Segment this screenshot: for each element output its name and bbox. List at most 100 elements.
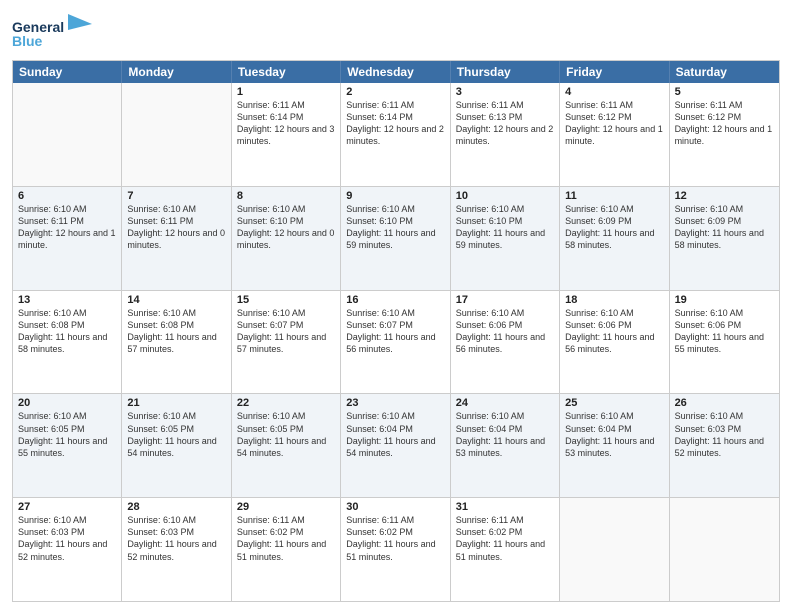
calendar-cell [122,83,231,186]
day-number: 11 [565,190,663,202]
cell-info: Sunrise: 6:11 AM Sunset: 6:02 PM Dayligh… [346,514,444,563]
day-number: 24 [456,397,554,409]
cell-info: Sunrise: 6:10 AM Sunset: 6:04 PM Dayligh… [346,410,444,459]
svg-text:Blue: Blue [12,33,43,49]
day-number: 22 [237,397,335,409]
day-number: 21 [127,397,225,409]
cell-info: Sunrise: 6:11 AM Sunset: 6:12 PM Dayligh… [565,99,663,148]
header: General Blue [12,10,780,54]
day-number: 29 [237,501,335,513]
calendar-cell: 4Sunrise: 6:11 AM Sunset: 6:12 PM Daylig… [560,83,669,186]
cell-info: Sunrise: 6:11 AM Sunset: 6:14 PM Dayligh… [346,99,444,148]
cell-info: Sunrise: 6:10 AM Sunset: 6:05 PM Dayligh… [18,410,116,459]
day-number: 27 [18,501,116,513]
day-number: 17 [456,294,554,306]
cell-info: Sunrise: 6:11 AM Sunset: 6:02 PM Dayligh… [237,514,335,563]
day-number: 13 [18,294,116,306]
day-number: 4 [565,86,663,98]
cell-info: Sunrise: 6:10 AM Sunset: 6:03 PM Dayligh… [675,410,774,459]
calendar-cell: 17Sunrise: 6:10 AM Sunset: 6:06 PM Dayli… [451,291,560,394]
day-number: 30 [346,501,444,513]
calendar-cell [560,498,669,601]
day-number: 1 [237,86,335,98]
cell-info: Sunrise: 6:10 AM Sunset: 6:11 PM Dayligh… [18,203,116,252]
cell-info: Sunrise: 6:10 AM Sunset: 6:09 PM Dayligh… [565,203,663,252]
calendar-cell: 1Sunrise: 6:11 AM Sunset: 6:14 PM Daylig… [232,83,341,186]
day-number: 23 [346,397,444,409]
calendar-cell: 15Sunrise: 6:10 AM Sunset: 6:07 PM Dayli… [232,291,341,394]
cell-info: Sunrise: 6:11 AM Sunset: 6:12 PM Dayligh… [675,99,774,148]
calendar-cell [13,83,122,186]
cell-info: Sunrise: 6:10 AM Sunset: 6:08 PM Dayligh… [18,307,116,356]
day-number: 25 [565,397,663,409]
day-of-week-header: Sunday [13,61,122,83]
calendar-cell: 6Sunrise: 6:10 AM Sunset: 6:11 PM Daylig… [13,187,122,290]
calendar-row: 27Sunrise: 6:10 AM Sunset: 6:03 PM Dayli… [13,497,779,601]
calendar-cell: 26Sunrise: 6:10 AM Sunset: 6:03 PM Dayli… [670,394,779,497]
cell-info: Sunrise: 6:10 AM Sunset: 6:10 PM Dayligh… [346,203,444,252]
day-number: 3 [456,86,554,98]
cell-info: Sunrise: 6:10 AM Sunset: 6:10 PM Dayligh… [456,203,554,252]
cell-info: Sunrise: 6:10 AM Sunset: 6:05 PM Dayligh… [237,410,335,459]
day-number: 7 [127,190,225,202]
calendar-cell: 14Sunrise: 6:10 AM Sunset: 6:08 PM Dayli… [122,291,231,394]
day-number: 10 [456,190,554,202]
calendar-header: SundayMondayTuesdayWednesdayThursdayFrid… [13,61,779,83]
calendar-cell: 29Sunrise: 6:11 AM Sunset: 6:02 PM Dayli… [232,498,341,601]
calendar-cell: 30Sunrise: 6:11 AM Sunset: 6:02 PM Dayli… [341,498,450,601]
calendar-cell: 27Sunrise: 6:10 AM Sunset: 6:03 PM Dayli… [13,498,122,601]
day-number: 12 [675,190,774,202]
cell-info: Sunrise: 6:10 AM Sunset: 6:03 PM Dayligh… [127,514,225,563]
cell-info: Sunrise: 6:10 AM Sunset: 6:07 PM Dayligh… [237,307,335,356]
cell-info: Sunrise: 6:10 AM Sunset: 6:06 PM Dayligh… [675,307,774,356]
cell-info: Sunrise: 6:11 AM Sunset: 6:14 PM Dayligh… [237,99,335,148]
calendar-cell: 25Sunrise: 6:10 AM Sunset: 6:04 PM Dayli… [560,394,669,497]
logo-svg: General Blue [12,10,102,54]
calendar-cell: 23Sunrise: 6:10 AM Sunset: 6:04 PM Dayli… [341,394,450,497]
calendar-cell: 11Sunrise: 6:10 AM Sunset: 6:09 PM Dayli… [560,187,669,290]
cell-info: Sunrise: 6:10 AM Sunset: 6:08 PM Dayligh… [127,307,225,356]
calendar-cell: 2Sunrise: 6:11 AM Sunset: 6:14 PM Daylig… [341,83,450,186]
cell-info: Sunrise: 6:10 AM Sunset: 6:04 PM Dayligh… [456,410,554,459]
cell-info: Sunrise: 6:10 AM Sunset: 6:03 PM Dayligh… [18,514,116,563]
day-number: 26 [675,397,774,409]
day-number: 8 [237,190,335,202]
cell-info: Sunrise: 6:10 AM Sunset: 6:06 PM Dayligh… [456,307,554,356]
cell-info: Sunrise: 6:10 AM Sunset: 6:05 PM Dayligh… [127,410,225,459]
day-number: 20 [18,397,116,409]
calendar-cell: 8Sunrise: 6:10 AM Sunset: 6:10 PM Daylig… [232,187,341,290]
calendar-cell: 22Sunrise: 6:10 AM Sunset: 6:05 PM Dayli… [232,394,341,497]
day-number: 28 [127,501,225,513]
day-number: 9 [346,190,444,202]
day-of-week-header: Tuesday [232,61,341,83]
day-of-week-header: Thursday [451,61,560,83]
day-number: 18 [565,294,663,306]
day-number: 2 [346,86,444,98]
cell-info: Sunrise: 6:10 AM Sunset: 6:11 PM Dayligh… [127,203,225,252]
calendar-row: 6Sunrise: 6:10 AM Sunset: 6:11 PM Daylig… [13,186,779,290]
calendar-cell: 19Sunrise: 6:10 AM Sunset: 6:06 PM Dayli… [670,291,779,394]
day-number: 31 [456,501,554,513]
calendar-cell: 18Sunrise: 6:10 AM Sunset: 6:06 PM Dayli… [560,291,669,394]
calendar-cell: 16Sunrise: 6:10 AM Sunset: 6:07 PM Dayli… [341,291,450,394]
day-of-week-header: Monday [122,61,231,83]
day-number: 19 [675,294,774,306]
day-number: 6 [18,190,116,202]
calendar-cell: 12Sunrise: 6:10 AM Sunset: 6:09 PM Dayli… [670,187,779,290]
cell-info: Sunrise: 6:10 AM Sunset: 6:04 PM Dayligh… [565,410,663,459]
day-of-week-header: Saturday [670,61,779,83]
calendar-cell: 5Sunrise: 6:11 AM Sunset: 6:12 PM Daylig… [670,83,779,186]
calendar-cell: 28Sunrise: 6:10 AM Sunset: 6:03 PM Dayli… [122,498,231,601]
cell-info: Sunrise: 6:10 AM Sunset: 6:07 PM Dayligh… [346,307,444,356]
calendar-cell: 13Sunrise: 6:10 AM Sunset: 6:08 PM Dayli… [13,291,122,394]
day-number: 15 [237,294,335,306]
page: General Blue SundayMondayTuesdayWednesda… [0,0,792,612]
calendar-row: 13Sunrise: 6:10 AM Sunset: 6:08 PM Dayli… [13,290,779,394]
day-number: 5 [675,86,774,98]
calendar-cell [670,498,779,601]
calendar-cell: 21Sunrise: 6:10 AM Sunset: 6:05 PM Dayli… [122,394,231,497]
calendar-cell: 7Sunrise: 6:10 AM Sunset: 6:11 PM Daylig… [122,187,231,290]
calendar-cell: 10Sunrise: 6:10 AM Sunset: 6:10 PM Dayli… [451,187,560,290]
day-of-week-header: Friday [560,61,669,83]
cell-info: Sunrise: 6:10 AM Sunset: 6:06 PM Dayligh… [565,307,663,356]
